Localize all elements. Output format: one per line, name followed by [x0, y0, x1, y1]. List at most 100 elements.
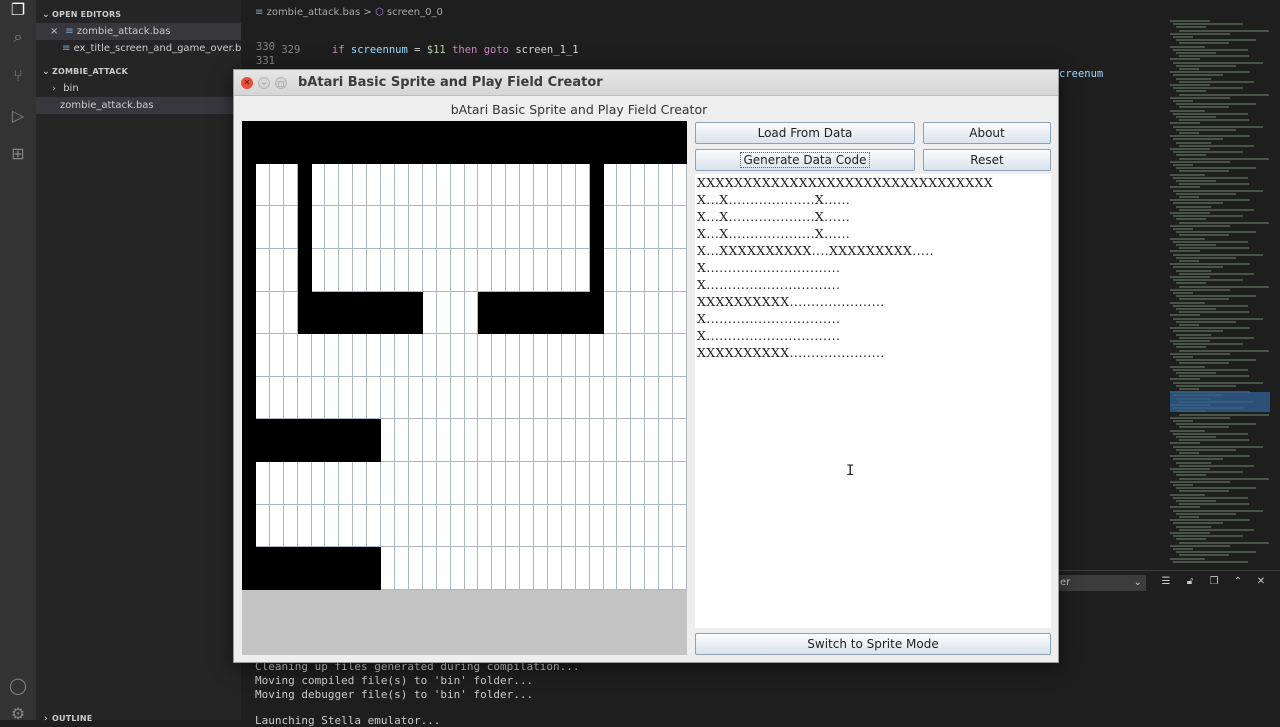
- playfield-pixel[interactable]: [589, 462, 604, 505]
- playfield-pixel[interactable]: [589, 547, 604, 590]
- playfield-pixel[interactable]: [367, 248, 382, 292]
- playfield-pixel[interactable]: [255, 334, 270, 377]
- playfield-pixel[interactable]: [547, 248, 562, 292]
- playfield-pixel[interactable]: [283, 504, 298, 548]
- playfield-pixel[interactable]: [561, 504, 576, 548]
- playfield-pixel[interactable]: [673, 376, 687, 420]
- playfield-pixel[interactable]: [353, 291, 368, 335]
- playfield-pixel[interactable]: [534, 334, 548, 377]
- playfield-pixel[interactable]: [339, 462, 354, 505]
- playfield-pixel[interactable]: [617, 419, 632, 463]
- playfield-pixel[interactable]: [561, 376, 576, 420]
- window-minimize-button[interactable]: –: [258, 77, 270, 89]
- playfield-pixel[interactable]: [353, 334, 368, 377]
- playfield-pixel[interactable]: [631, 248, 646, 292]
- playfield-pixel[interactable]: [492, 121, 507, 164]
- playfield-pixel[interactable]: [589, 248, 604, 292]
- playfield-pixel[interactable]: [506, 291, 521, 335]
- playfield-pixel[interactable]: [478, 163, 493, 207]
- window-close-button[interactable]: ✕: [241, 77, 253, 89]
- playfield-pixel[interactable]: [631, 462, 646, 505]
- playfield-pixel[interactable]: [367, 504, 382, 548]
- playfield-pixel[interactable]: [617, 547, 632, 590]
- playfield-pixel[interactable]: [561, 291, 576, 335]
- playfield-pixel[interactable]: [408, 334, 423, 377]
- playfield-pixel[interactable]: [269, 504, 284, 548]
- playfield-pixel[interactable]: [353, 248, 368, 292]
- playfield-pixel[interactable]: [631, 376, 646, 420]
- playfield-pixel[interactable]: [255, 547, 270, 590]
- playfield-pixel[interactable]: [575, 291, 590, 335]
- playfield-pixel[interactable]: [631, 419, 646, 463]
- playfield-pixel[interactable]: [297, 462, 312, 505]
- playfield-pixel[interactable]: [561, 206, 576, 249]
- playfield-pixel[interactable]: [534, 462, 548, 505]
- playfield-pixel[interactable]: [422, 206, 437, 249]
- playfield-pixel[interactable]: [450, 462, 465, 505]
- playfield-editor[interactable]: [242, 121, 687, 655]
- playfield-pixel[interactable]: [408, 163, 423, 207]
- run-debug-icon[interactable]: ▷: [8, 106, 28, 126]
- code-line[interactable]: 329 if screennum = $11 then goto screen_…: [241, 25, 578, 56]
- source-control-icon[interactable]: ⑂: [8, 66, 28, 86]
- playfield-pixel[interactable]: [478, 291, 493, 335]
- playfield-pixel[interactable]: [311, 291, 326, 335]
- account-icon[interactable]: ◯: [8, 676, 28, 696]
- playfield-pixel[interactable]: [645, 462, 660, 505]
- playfield-pixel[interactable]: [394, 547, 409, 590]
- playfield-pixel[interactable]: [269, 334, 284, 377]
- playfield-pixel[interactable]: [464, 504, 479, 548]
- playfield-pixel[interactable]: [603, 248, 618, 292]
- playfield-pixel[interactable]: [506, 419, 521, 463]
- playfield-pixel[interactable]: [492, 291, 507, 335]
- project-header[interactable]: ⌄ ZOMBIE_ATTACK: [36, 64, 241, 80]
- playfield-pixel[interactable]: [283, 206, 298, 249]
- playfield-pixel[interactable]: [659, 163, 674, 207]
- playfield-pixel[interactable]: [547, 206, 562, 249]
- playfield-pixel[interactable]: [464, 206, 479, 249]
- playfield-pixel[interactable]: [478, 121, 493, 164]
- playfield-pixel[interactable]: [659, 419, 674, 463]
- playfield-pixel[interactable]: [297, 547, 312, 590]
- playfield-pixel[interactable]: [269, 121, 284, 164]
- playfield-pixel[interactable]: [520, 419, 535, 463]
- playfield-pixel[interactable]: [283, 419, 298, 463]
- playfield-pixel[interactable]: [659, 121, 674, 164]
- playfield-pixel[interactable]: [520, 291, 535, 335]
- playfield-pixel[interactable]: [645, 419, 660, 463]
- playfield-pixel[interactable]: [339, 504, 354, 548]
- playfield-pixel[interactable]: [575, 419, 590, 463]
- playfield-pixel[interactable]: [255, 462, 270, 505]
- playfield-pixel[interactable]: [283, 248, 298, 292]
- outline-header[interactable]: › OUTLINE: [36, 711, 92, 727]
- playfield-pixel[interactable]: [311, 376, 326, 420]
- playfield-pixel[interactable]: [255, 206, 270, 249]
- playfield-pixel[interactable]: [603, 206, 618, 249]
- reset-button[interactable]: Reset: [923, 149, 1051, 171]
- playfield-pixel[interactable]: [561, 334, 576, 377]
- playfield-pixel[interactable]: [353, 462, 368, 505]
- playfield-pixel[interactable]: [269, 419, 284, 463]
- playfield-pixel[interactable]: [242, 248, 256, 292]
- playfield-pixel[interactable]: [603, 121, 618, 164]
- open-editor-item[interactable]: ≡ ex_title_screen_and_game_over.ba...: [36, 40, 241, 57]
- playfield-pixel[interactable]: [631, 547, 646, 590]
- playfield-pixel[interactable]: [367, 419, 382, 463]
- playfield-pixel[interactable]: [436, 547, 451, 590]
- playfield-pixel[interactable]: [325, 248, 340, 292]
- playfield-pixel[interactable]: [242, 462, 256, 505]
- playfield-pixel[interactable]: [255, 163, 270, 207]
- playfield-pixel[interactable]: [436, 206, 451, 249]
- playfield-pixel[interactable]: [645, 291, 660, 335]
- playfield-pixel[interactable]: [645, 163, 660, 207]
- playfield-pixel[interactable]: [381, 248, 395, 292]
- terminal-select[interactable]: er ⌄: [1056, 575, 1146, 591]
- playfield-pixel[interactable]: [353, 419, 368, 463]
- playfield-pixel[interactable]: [561, 462, 576, 505]
- playfield-pixel[interactable]: [297, 334, 312, 377]
- playfield-pixel[interactable]: [325, 419, 340, 463]
- playfield-pixel[interactable]: [242, 291, 256, 335]
- playfield-pixel[interactable]: [589, 163, 604, 207]
- chevron-up-icon[interactable]: ⌃: [1231, 575, 1245, 589]
- playfield-pixel[interactable]: [381, 121, 395, 164]
